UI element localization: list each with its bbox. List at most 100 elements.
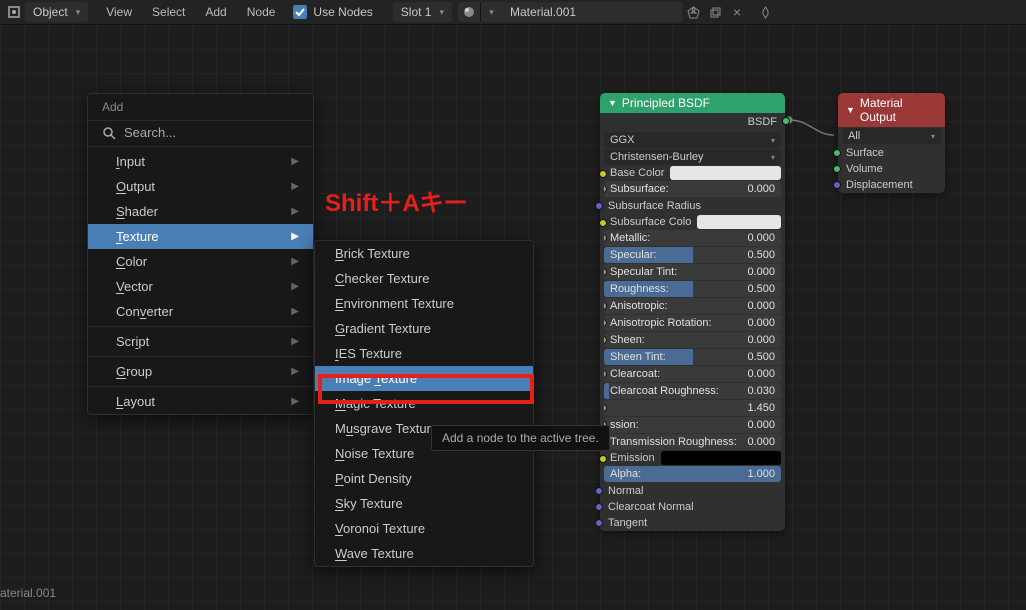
texture-magic-texture[interactable]: Magic Texture [315,391,533,416]
material-ball-icon[interactable] [458,2,480,22]
input-label: Volume [846,163,883,175]
input-socket[interactable] [833,149,841,157]
prop-subsurface-colo[interactable]: Subsurface Colo [604,215,781,229]
add-menu-input[interactable]: Input▶ [88,149,313,174]
base-color-swatch[interactable] [670,166,781,180]
color-swatch[interactable] [697,215,781,229]
prop-label: Alpha: [610,468,641,480]
prop-ssion-[interactable]: ssion:0.000 [604,417,781,433]
menu-label: Environment Texture [335,296,454,311]
prop-metallic-[interactable]: Metallic:0.000 [604,230,781,246]
texture-point-density[interactable]: Point Density [315,466,533,491]
output-socket[interactable] [782,117,790,125]
node-header[interactable]: ▼ Material Output [838,93,945,127]
prop-specular-[interactable]: Specular: 0.500 [604,247,781,263]
unlink-icon[interactable]: × [726,2,748,22]
prop-value: 0.000 [747,436,775,448]
duplicate-icon[interactable] [704,2,726,22]
prop-value[interactable]: 1.450 [604,400,781,416]
material-name-field[interactable]: Material.001 [502,2,682,22]
texture-wave-texture[interactable]: Wave Texture [315,541,533,566]
menu-node[interactable]: Node [237,0,286,25]
prop-anisotropic-[interactable]: Anisotropic: 0.000 [604,298,781,314]
texture-voronoi-texture[interactable]: Voronoi Texture [315,516,533,541]
input-socket[interactable] [595,487,603,495]
texture-brick-texture[interactable]: Brick Texture [315,241,533,266]
add-menu-color[interactable]: Color▶ [88,249,313,274]
submenu-arrow-icon: ▶ [291,156,299,167]
menu-label: Texture [116,229,159,244]
texture-ies-texture[interactable]: IES Texture [315,341,533,366]
node-title: Principled BSDF [622,96,710,110]
texture-gradient-texture[interactable]: Gradient Texture [315,316,533,341]
menu-label: Layout [116,394,155,409]
input-socket[interactable] [833,165,841,173]
menu-label: Magic Texture [335,396,416,411]
search-row[interactable]: Search... [102,125,299,140]
add-menu-vector[interactable]: Vector▶ [88,274,313,299]
prop-transmission-roughness-[interactable]: Transmission Roughness:0.000 [604,434,781,450]
sss-method-dropdown[interactable]: Christensen-Burley▾ [604,149,781,165]
input-socket[interactable] [833,181,841,189]
add-menu-group[interactable]: Group▶ [88,359,313,384]
add-menu-layout[interactable]: Layout▶ [88,389,313,414]
prop-clearcoat-roughness-[interactable]: Clearcoat Roughness:0.030 [604,383,781,399]
menu-label: Converter [116,304,173,319]
add-menu-output[interactable]: Output▶ [88,174,313,199]
color-swatch[interactable] [661,451,781,465]
submenu-arrow-icon: ▶ [291,366,299,377]
prop-clearcoat-[interactable]: Clearcoat:0.000 [604,366,781,382]
prop-value: 0.000 [747,300,775,312]
menu-label: Brick Texture [335,246,410,261]
base-color-row[interactable]: Base Color [604,166,781,180]
menu-view[interactable]: View [96,0,142,25]
prop-label: Specular: [610,249,656,261]
material-output-node[interactable]: ▼ Material Output All▾ SurfaceVolumeDisp… [838,93,945,193]
add-menu-converter[interactable]: Converter▶ [88,299,313,324]
prop-sheen-[interactable]: Sheen:0.000 [604,332,781,348]
prop-label: Anisotropic: [610,300,667,312]
add-menu-script[interactable]: Script▶ [88,329,313,354]
pin-icon[interactable] [754,2,776,22]
prop-label: Subsurface: [610,183,669,195]
fake-user-icon[interactable] [682,2,704,22]
menu-label: Shader [116,204,158,219]
prop-specular-tint-[interactable]: Specular Tint:0.000 [604,264,781,280]
add-menu-texture[interactable]: Texture▶ [88,224,313,249]
mode-dropdown[interactable]: Object ▾ [25,2,88,22]
prop-value: 0.030 [747,385,775,397]
texture-environment-texture[interactable]: Environment Texture [315,291,533,316]
prop-value: 0.500 [747,351,775,363]
texture-sky-texture[interactable]: Sky Texture [315,491,533,516]
use-nodes-toggle[interactable]: Use Nodes [293,5,372,19]
base-color-label: Base Color [610,167,664,179]
add-menu-shader[interactable]: Shader▶ [88,199,313,224]
input-socket[interactable] [595,503,603,511]
prop-sheen-tint-[interactable]: Sheen Tint:0.500 [604,349,781,365]
slot-dropdown[interactable]: Slot 1 ▾ [393,2,452,22]
prop-alpha-[interactable]: Alpha:1.000 [604,466,781,482]
prop-subsurface-[interactable]: Subsurface:0.000 [604,181,781,197]
texture-image-texture[interactable]: Image Texture [315,366,533,391]
principled-bsdf-node[interactable]: ▼ Principled BSDF BSDF GGX▾ Christensen-… [600,93,785,531]
input-socket[interactable] [599,219,607,227]
prop-label: Subsurface Colo [610,216,691,228]
node-header[interactable]: ▼ Principled BSDF [600,93,785,113]
browse-material-icon[interactable]: ▾ [480,2,502,22]
texture-checker-texture[interactable]: Checker Texture [315,266,533,291]
target-dropdown[interactable]: All▾ [842,128,941,144]
editor-type-icon[interactable] [6,4,22,20]
distribution-dropdown[interactable]: GGX▾ [604,132,781,148]
input-socket[interactable] [595,202,603,210]
prop-value: 0.500 [747,249,775,261]
input-socket[interactable] [595,519,603,527]
collapse-triangle-icon: ▼ [846,105,855,115]
prop-anisotropic-rotation-[interactable]: Anisotropic Rotation:0.000 [604,315,781,331]
prop-emission[interactable]: Emission [604,451,781,465]
menu-add[interactable]: Add [195,0,236,25]
menu-select[interactable]: Select [142,0,195,25]
input-socket[interactable] [599,455,607,463]
input-socket[interactable] [599,170,607,178]
prop-roughness-[interactable]: Roughness:0.500 [604,281,781,297]
menu-label: Output [116,179,155,194]
